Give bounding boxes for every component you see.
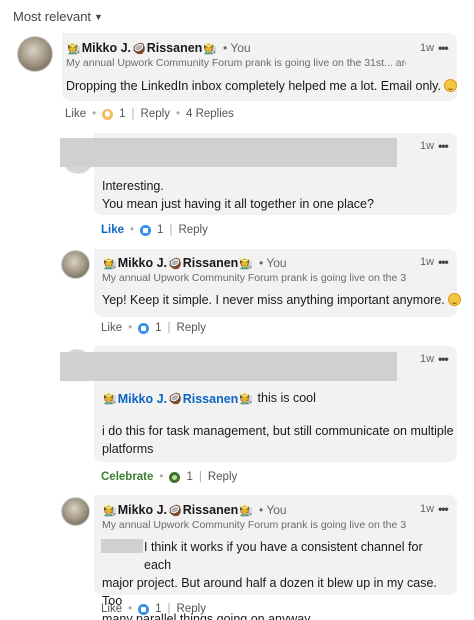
comment-actions: Like • 1 | Reply	[101, 224, 208, 236]
comment-time: 1w •••	[420, 41, 449, 55]
comment-time: 1w •••	[420, 502, 449, 516]
farmer-emoji-icon: 🧑‍🌾	[67, 41, 81, 55]
like-reaction-icon	[138, 603, 150, 615]
celebrate-button[interactable]: Celebrate	[101, 471, 153, 483]
comment-text: Interesting. You mean just having it all…	[102, 179, 374, 211]
coconut-emoji-icon: 🥥	[132, 41, 146, 55]
comment-author[interactable]: 🧑‍🌾 Mikko J. 🥥 Rissanen 🧑‍🌾 • You	[102, 503, 287, 517]
comment-author[interactable]: 🧑‍🌾 Mikko J. 🥥 Rissanen 🧑‍🌾 • You	[102, 256, 287, 270]
comment-author[interactable]: 🧑‍🌾 Mikko J. 🥥 Rissanen 🧑‍🌾 • You	[66, 41, 251, 55]
farmer-emoji-icon: 🧑‍🌾	[103, 392, 117, 405]
coconut-emoji-icon: 🥥	[168, 392, 182, 405]
like-button[interactable]: Like	[101, 603, 122, 615]
avatar[interactable]	[17, 36, 53, 72]
redacted-author-block	[60, 138, 397, 167]
like-button[interactable]: Like	[101, 322, 122, 334]
comment-time: 1w •••	[420, 139, 449, 153]
comment-text: 🧑‍🌾 Mikko J. 🥥 Rissanen 🧑‍🌾 this is cool…	[102, 390, 454, 456]
replies-count-link[interactable]: 4 Replies	[186, 108, 234, 120]
more-options-icon[interactable]: •••	[438, 502, 449, 516]
author-headline: My annual Upwork Community Forum prank i…	[102, 272, 407, 284]
farmer-emoji-icon: 🧑‍🌾	[239, 392, 254, 405]
smiling-face-emoji-icon	[443, 79, 457, 92]
like-button[interactable]: Like	[65, 108, 86, 120]
more-options-icon[interactable]: •••	[438, 255, 449, 269]
more-options-icon[interactable]: •••	[438, 139, 449, 153]
farmer-emoji-icon: 🧑‍🌾	[239, 503, 254, 517]
avatar[interactable]	[61, 497, 90, 526]
farmer-emoji-icon: 🧑‍🌾	[203, 41, 218, 55]
mention-link[interactable]: 🧑‍🌾 Mikko J. 🥥 Rissanen 🧑‍🌾	[102, 390, 254, 408]
reply-button[interactable]: Reply	[177, 603, 206, 615]
reaction-count[interactable]: 1	[155, 603, 161, 615]
farmer-emoji-icon: 🧑‍🌾	[103, 503, 117, 517]
you-badge: • You	[259, 503, 287, 517]
reply-button[interactable]: Reply	[178, 224, 207, 236]
reaction-count[interactable]: 1	[157, 224, 163, 236]
coconut-emoji-icon: 🥥	[168, 503, 182, 517]
comment-text: Dropping the LinkedIn inbox completely h…	[66, 77, 457, 95]
caret-down-icon: ▼	[94, 11, 103, 22]
insightful-reaction-icon	[102, 108, 114, 120]
you-badge: • You	[259, 256, 287, 270]
comment-text: Yep! Keep it simple. I never miss anythi…	[102, 291, 461, 309]
comment-time: 1w •••	[420, 255, 449, 269]
reaction-count[interactable]: 1	[155, 322, 161, 334]
more-options-icon[interactable]: •••	[438, 352, 449, 366]
reply-button[interactable]: Reply	[177, 322, 206, 334]
more-options-icon[interactable]: •••	[438, 41, 449, 55]
comment-actions: Like • 1 | Reply	[101, 322, 206, 334]
reaction-count[interactable]: 1	[186, 471, 192, 483]
grinning-face-emoji-icon	[447, 293, 461, 306]
sort-label: Most relevant	[13, 9, 92, 24]
farmer-emoji-icon: 🧑‍🌾	[103, 256, 117, 270]
comment-actions: Celebrate • 1 | Reply	[101, 471, 238, 483]
comment-actions: Like • 1 | Reply • 4 Replies	[65, 108, 234, 120]
farmer-emoji-icon: 🧑‍🌾	[239, 256, 254, 270]
comment-time: 1w •••	[420, 352, 449, 366]
coconut-emoji-icon: 🥥	[168, 256, 182, 270]
like-reaction-icon	[138, 322, 150, 334]
comment-actions: Like • 1 | Reply	[101, 603, 206, 615]
author-headline: My annual Upwork Community Forum prank i…	[102, 519, 407, 531]
reply-button[interactable]: Reply	[141, 108, 170, 120]
celebrate-reaction-icon	[169, 471, 181, 483]
author-headline: My annual Upwork Community Forum prank i…	[66, 57, 406, 69]
reaction-count[interactable]: 1	[119, 108, 125, 120]
sort-dropdown[interactable]: Most relevant ▼	[13, 9, 103, 24]
reply-button[interactable]: Reply	[208, 471, 237, 483]
like-reaction-icon	[140, 224, 152, 236]
avatar[interactable]	[61, 250, 90, 279]
like-button[interactable]: Like	[101, 224, 124, 236]
you-badge: • You	[223, 41, 251, 55]
redacted-author-block	[60, 352, 397, 381]
